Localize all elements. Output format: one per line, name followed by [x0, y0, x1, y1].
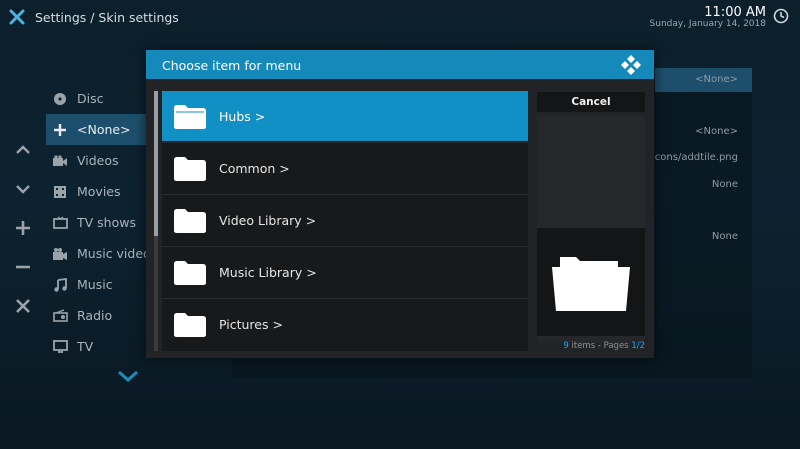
- chevron-up-icon: [16, 144, 30, 154]
- value-label: <None>: [695, 126, 738, 137]
- disc-icon: [51, 90, 69, 108]
- radio-icon: [51, 307, 69, 325]
- add-button[interactable]: [8, 208, 38, 247]
- side-controls: [8, 130, 38, 325]
- chevron-down-icon: [16, 184, 30, 194]
- list-item-music-library[interactable]: Music Library >: [162, 247, 528, 297]
- tv-icon: [51, 214, 69, 232]
- value-label: cons/addtile.png: [654, 152, 738, 163]
- value-label: None: [711, 179, 738, 190]
- list-item-pictures[interactable]: Pictures >: [162, 299, 528, 349]
- scroll-down-chevron-icon[interactable]: [116, 369, 140, 383]
- close-x-icon[interactable]: [8, 8, 26, 26]
- kodi-logo-icon: [621, 55, 641, 75]
- film-icon: [51, 183, 69, 201]
- folder-icon: [174, 261, 206, 285]
- folder-preview-icon: [552, 257, 630, 311]
- video-camera-icon: [51, 152, 69, 170]
- item-count: 9 items - Pages 1/2: [563, 341, 645, 351]
- plus-icon: [51, 121, 69, 139]
- value-label: None: [711, 231, 738, 242]
- clock-icon: [773, 8, 789, 24]
- cancel-button[interactable]: Cancel: [537, 92, 645, 112]
- plus-icon: [16, 220, 30, 235]
- item-preview: [537, 228, 645, 336]
- list-scrollbar[interactable]: [154, 91, 158, 351]
- clock-date: Sunday, January 14, 2018: [649, 19, 766, 29]
- music-note-icon: [51, 276, 69, 294]
- list-item-common[interactable]: Common >: [162, 143, 528, 193]
- folder-icon: [174, 105, 206, 129]
- dialog-title: Choose item for menu: [162, 58, 302, 73]
- list-item-video-library[interactable]: Video Library >: [162, 195, 528, 245]
- item-list: Hubs > Common > Video Library > Music Li…: [162, 91, 528, 351]
- tv-icon: [51, 338, 69, 356]
- value-label: <None>: [695, 74, 738, 85]
- close-icon: [16, 298, 30, 313]
- delete-button[interactable]: [8, 286, 38, 325]
- minus-icon: [16, 265, 30, 268]
- remove-button[interactable]: [8, 247, 38, 286]
- list-item-hubs[interactable]: Hubs >: [162, 91, 528, 141]
- page-title: Settings / Skin settings: [35, 10, 179, 25]
- folder-icon: [174, 157, 206, 181]
- move-up-button[interactable]: [8, 130, 38, 169]
- music-video-icon: [51, 245, 69, 263]
- scrollbar-thumb[interactable]: [154, 91, 158, 236]
- clock-time: 11:00 AM: [704, 5, 766, 20]
- dialog-header: Choose item for menu: [146, 50, 654, 79]
- move-down-button[interactable]: [8, 169, 38, 208]
- choose-item-dialog: Choose item for menu Hubs > Common > Vid…: [146, 50, 654, 358]
- folder-icon: [174, 209, 206, 233]
- folder-icon: [174, 313, 206, 337]
